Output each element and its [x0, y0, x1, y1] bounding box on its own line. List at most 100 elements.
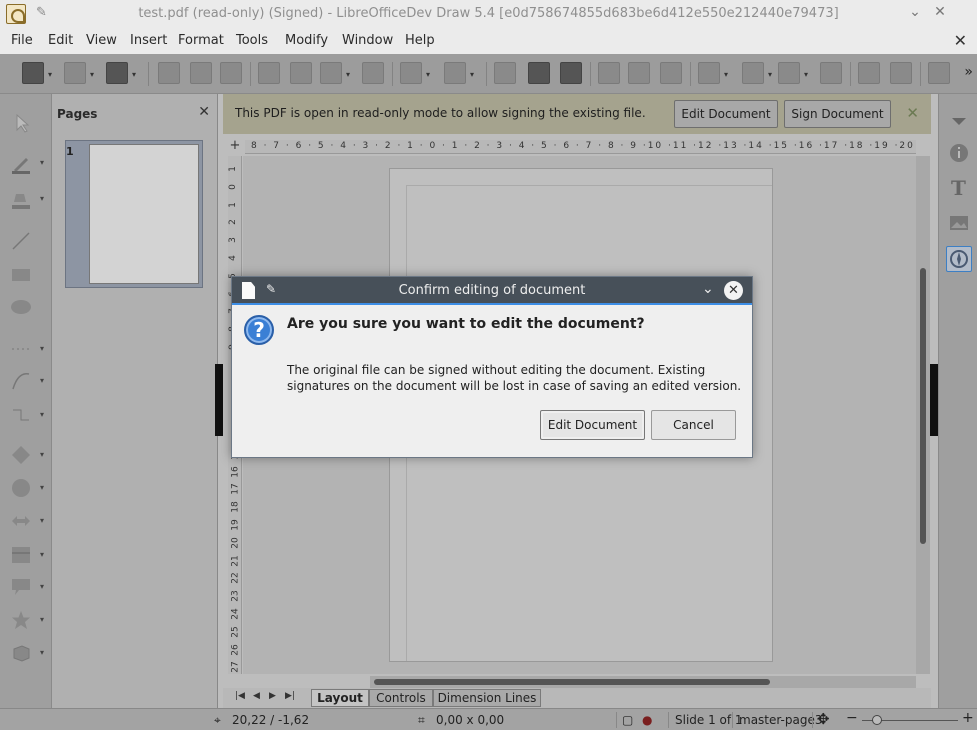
lines-arrows-icon[interactable]: ▾ [10, 338, 44, 360]
points-icon[interactable] [928, 62, 950, 84]
next-tab-icon[interactable]: ▶ [269, 691, 276, 701]
callouts-icon[interactable]: ▾ [10, 576, 44, 598]
insert-textbox-icon[interactable] [628, 62, 650, 84]
menu-file[interactable]: File [11, 33, 33, 48]
3d-objects-icon[interactable]: ▾ [10, 642, 44, 664]
menu-help[interactable]: Help [405, 33, 435, 48]
vertical-ruler-label: 24 [230, 608, 241, 620]
horizontal-scroll-thumb[interactable] [374, 679, 770, 685]
vertical-ruler-label: 23 [230, 590, 241, 602]
chevron-down-icon[interactable]: ⌄ [702, 281, 714, 297]
undo-icon[interactable]: ▾ [400, 62, 430, 84]
cancel-button[interactable]: Cancel [651, 410, 736, 440]
line-icon[interactable] [10, 230, 34, 252]
toolbar-overflow-icon[interactable]: » [964, 64, 973, 80]
flowchart-icon[interactable]: ▾ [10, 544, 44, 566]
menu-modify[interactable]: Modify [285, 33, 328, 48]
menu-view[interactable]: View [86, 33, 117, 48]
menu-edit[interactable]: Edit [48, 33, 73, 48]
navigator-icon[interactable] [946, 246, 972, 272]
cut-icon[interactable] [258, 62, 280, 84]
dialog-close-button[interactable]: ✕ [724, 281, 743, 300]
pane-splitter-right[interactable] [930, 364, 938, 436]
zoom-in-icon[interactable]: + [962, 710, 974, 726]
vertical-ruler-label: 1 [227, 166, 238, 172]
dialog-heading: Are you sure you want to edit the docume… [287, 316, 645, 332]
fontwork-icon[interactable] [660, 62, 682, 84]
properties-icon[interactable] [948, 142, 970, 164]
block-arrows-icon[interactable]: ▾ [10, 510, 44, 532]
export-icon[interactable]: ▾ [106, 62, 136, 84]
select-arrow-icon[interactable] [10, 112, 34, 134]
save-icon[interactable]: ▾ [64, 62, 94, 84]
symbol-shapes-icon[interactable]: ▾ [10, 477, 44, 499]
rectangle-icon[interactable] [10, 264, 34, 286]
infobar-edit-document-button[interactable]: Edit Document [674, 100, 778, 128]
paste-icon[interactable]: ▾ [320, 62, 350, 84]
edit-document-button[interactable]: Edit Document [540, 410, 645, 440]
tab-controls[interactable]: Controls [369, 689, 433, 707]
document-modified-icon[interactable]: ▢ [622, 713, 633, 727]
gallery-icon[interactable] [948, 212, 970, 234]
line-color-icon[interactable]: ▾ [10, 152, 44, 174]
export-pdf-icon[interactable] [190, 62, 212, 84]
status-bar: ⌖ 20,22 / -1,62 ⌗ 0,00 x 0,00 ▢ ● Slide … [0, 708, 977, 730]
ellipse-icon[interactable] [10, 296, 34, 318]
infobar-close-button[interactable]: ✕ [906, 104, 919, 122]
crop-icon[interactable] [528, 62, 550, 84]
transformations-icon[interactable]: ▾ [698, 62, 728, 84]
digital-signature-icon[interactable]: ● [642, 713, 652, 727]
connector-icon[interactable]: ▾ [10, 404, 44, 426]
horizontal-scrollbar[interactable] [370, 676, 916, 688]
vertical-ruler-label: 21 [230, 554, 241, 567]
first-tab-icon[interactable]: |◀ [235, 691, 245, 701]
menu-window[interactable]: Window [342, 33, 393, 48]
master-page-name[interactable]: master-page3 [739, 713, 822, 727]
crop-image-icon[interactable] [890, 62, 912, 84]
toolbar-separator [392, 62, 393, 86]
menu-format[interactable]: Format [178, 33, 224, 48]
infobar-sign-document-button[interactable]: Sign Document [784, 100, 891, 128]
redo-icon[interactable]: ▾ [444, 62, 474, 84]
last-tab-icon[interactable]: ▶| [285, 691, 295, 701]
page-thumbnail[interactable] [89, 144, 199, 284]
cursor-position: 20,22 / -1,62 [232, 713, 310, 727]
close-document-button[interactable]: ✕ [954, 31, 967, 50]
basic-shapes-icon[interactable]: ▾ [10, 444, 44, 466]
fill-color-icon[interactable]: ▾ [10, 188, 44, 210]
edit-file-icon[interactable] [158, 62, 180, 84]
window-close-button[interactable]: ✕ [931, 4, 949, 20]
stars-icon[interactable]: ▾ [10, 609, 44, 631]
fit-page-icon[interactable]: ✥ [817, 710, 830, 728]
style-icon[interactable]: ▾ [22, 62, 52, 84]
zoom-slider-handle[interactable] [872, 715, 882, 725]
zoom-pan-icon[interactable] [560, 62, 582, 84]
tab-layout[interactable]: Layout [311, 689, 369, 707]
pages-pane-close-button[interactable]: ✕ [198, 104, 210, 120]
menu-insert[interactable]: Insert [130, 33, 167, 48]
menu-tools[interactable]: Tools [236, 33, 268, 48]
distribute-icon[interactable] [820, 62, 842, 84]
tab-dimension-lines[interactable]: Dimension Lines [433, 689, 541, 707]
arrange-icon[interactable]: ▾ [778, 62, 808, 84]
insert-image-icon[interactable] [598, 62, 620, 84]
sidebar-menu-icon[interactable] [948, 110, 970, 132]
zoom-out-icon[interactable]: − [846, 710, 858, 726]
shadow-icon[interactable] [858, 62, 880, 84]
vertical-scroll-thumb[interactable] [920, 268, 926, 544]
align-icon[interactable]: ▾ [742, 62, 772, 84]
status-separator [668, 712, 669, 728]
vertical-ruler-label: 26 [230, 643, 241, 656]
clone-format-icon[interactable] [362, 62, 384, 84]
styles-icon[interactable]: T [948, 176, 970, 200]
prev-tab-icon[interactable]: ◀ [253, 691, 260, 701]
horizontal-ruler[interactable]: 8 · 7 · 6 · 5 · 4 · 3 · 2 · 1 · 0 · 1 · … [245, 140, 916, 154]
grid-icon[interactable] [494, 62, 516, 84]
vertical-ruler-label: 27 [230, 661, 241, 674]
print-icon[interactable] [220, 62, 242, 84]
vertical-scrollbar[interactable] [916, 156, 930, 674]
pane-splitter-left[interactable] [215, 364, 223, 436]
copy-icon[interactable] [290, 62, 312, 84]
minimize-button[interactable]: ⌄ [906, 4, 924, 20]
curve-icon[interactable]: ▾ [10, 370, 44, 392]
